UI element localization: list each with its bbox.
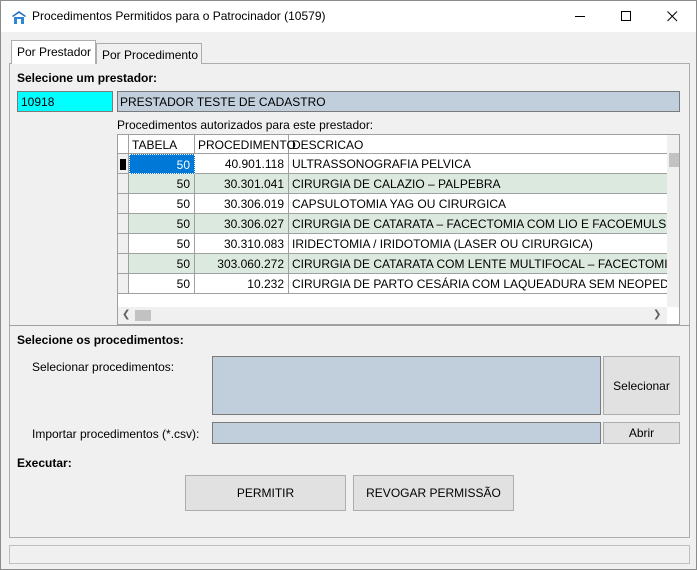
cell-procedimento[interactable]: 10.232: [195, 274, 289, 294]
prestador-code-input[interactable]: 10918: [17, 91, 113, 112]
vertical-scrollbar[interactable]: [667, 135, 679, 307]
section-divider: [9, 325, 690, 326]
close-icon: [667, 11, 678, 22]
prestador-section-label: Selecione um prestador:: [17, 71, 158, 85]
close-button[interactable]: [650, 1, 696, 32]
vertical-scroll-thumb[interactable]: [669, 153, 679, 167]
selecionar-button[interactable]: Selecionar: [603, 356, 680, 415]
tab-por-procedimento[interactable]: Por Procedimento: [96, 43, 202, 64]
table-row[interactable]: 50 40.901.118 ULTRASSONOGRAFIA PELVICA: [118, 154, 669, 174]
title-bar[interactable]: Procedimentos Permitidos para o Patrocin…: [1, 1, 696, 32]
scroll-left-arrow-icon[interactable]: ❮: [122, 309, 130, 320]
minimize-button[interactable]: [558, 1, 604, 32]
selected-procedures-field: [212, 356, 601, 415]
permitir-button[interactable]: PERMITIR: [185, 475, 346, 511]
table-row[interactable]: 50 30.306.019 CAPSULOTOMIA YAG OU CIRURG…: [118, 194, 669, 214]
header-descricao[interactable]: DESCRICAO: [289, 135, 669, 154]
cell-procedimento[interactable]: 30.306.027: [195, 214, 289, 234]
import-procedures-label: Importar procedimentos (*.csv):: [32, 427, 200, 441]
tab-por-prestador[interactable]: Por Prestador: [11, 40, 96, 64]
cell-tabela[interactable]: 50: [129, 214, 195, 234]
cell-descricao[interactable]: CAPSULOTOMIA YAG OU CIRURGICA: [289, 194, 669, 214]
executar-section-label: Executar:: [17, 456, 72, 470]
grid-caption: Procedimentos autorizados para este pres…: [117, 118, 374, 132]
row-indicator: [118, 174, 129, 194]
cell-procedimento[interactable]: 30.310.083: [195, 234, 289, 254]
select-procedures-label: Selecionar procedimentos:: [32, 360, 175, 374]
header-indicator: [118, 135, 129, 154]
scroll-right-arrow-icon[interactable]: ❯: [653, 309, 661, 320]
cell-procedimento[interactable]: 303.060.272: [195, 254, 289, 274]
row-indicator: [118, 234, 129, 254]
cell-tabela[interactable]: 50: [129, 174, 195, 194]
grid-header: TABELA PROCEDIMENTO DESCRICAO: [118, 135, 667, 154]
cell-tabela[interactable]: 50: [129, 274, 195, 294]
table-row[interactable]: 50 30.301.041 CIRURGIA DE CALAZIO – PALP…: [118, 174, 669, 194]
revogar-permissao-button[interactable]: REVOGAR PERMISSÃO: [353, 475, 514, 511]
cell-tabela[interactable]: 50: [129, 254, 195, 274]
row-indicator: [118, 194, 129, 214]
minimize-icon: [575, 16, 585, 17]
prestador-name-field: PRESTADOR TESTE DE CADASTRO: [117, 91, 680, 112]
cell-tabela[interactable]: 50: [129, 154, 195, 174]
cell-descricao[interactable]: CIRURGIA DE CATARATA – FACECTOMIA COM LI…: [289, 214, 669, 234]
horizontal-scrollbar[interactable]: ❮ ❯: [118, 307, 667, 324]
header-tabela[interactable]: TABELA: [129, 135, 195, 154]
table-row[interactable]: 50 10.232 CIRURGIA DE PARTO CESÁRIA COM …: [118, 274, 669, 294]
app-icon: [12, 11, 26, 24]
table-row[interactable]: 50 30.310.083 IRIDECTOMIA / IRIDOTOMIA (…: [118, 234, 669, 254]
table-row[interactable]: 50 30.306.027 CIRURGIA DE CATARATA – FAC…: [118, 214, 669, 234]
procedures-grid[interactable]: TABELA PROCEDIMENTO DESCRICAO 50 40.901.…: [117, 134, 680, 325]
import-csv-path-field: [212, 422, 601, 444]
cell-descricao[interactable]: CIRURGIA DE CALAZIO – PALPEBRA: [289, 174, 669, 194]
cell-descricao[interactable]: ULTRASSONOGRAFIA PELVICA: [289, 154, 669, 174]
window-title: Procedimentos Permitidos para o Patrocin…: [32, 9, 326, 23]
cell-descricao[interactable]: IRIDECTOMIA / IRIDOTOMIA (LASER OU CIRUR…: [289, 234, 669, 254]
cell-tabela[interactable]: 50: [129, 194, 195, 214]
row-indicator: [118, 214, 129, 234]
maximize-button[interactable]: [604, 1, 650, 32]
status-bar: [9, 545, 690, 564]
row-indicator: [118, 254, 129, 274]
row-indicator: [118, 274, 129, 294]
current-row-marker-icon: [120, 159, 126, 170]
table-row[interactable]: 50 303.060.272 CIRURGIA DE CATARATA COM …: [118, 254, 669, 274]
main-window: Procedimentos Permitidos para o Patrocin…: [0, 0, 697, 570]
abrir-button[interactable]: Abrir: [603, 422, 680, 444]
cell-procedimento[interactable]: 30.306.019: [195, 194, 289, 214]
header-procedimento[interactable]: PROCEDIMENTO: [195, 135, 296, 154]
cell-descricao[interactable]: CIRURGIA DE PARTO CESÁRIA COM LAQUEADURA…: [289, 274, 669, 294]
cell-descricao[interactable]: CIRURGIA DE CATARATA COM LENTE MULTIFOCA…: [289, 254, 669, 274]
horizontal-scroll-thumb[interactable]: [135, 310, 151, 321]
cell-procedimento[interactable]: 40.901.118: [195, 154, 289, 174]
procedimentos-section-label: Selecione os procedimentos:: [17, 333, 184, 347]
maximize-icon: [621, 11, 631, 21]
cell-tabela[interactable]: 50: [129, 234, 195, 254]
row-indicator: [118, 154, 129, 174]
cell-procedimento[interactable]: 30.301.041: [195, 174, 289, 194]
